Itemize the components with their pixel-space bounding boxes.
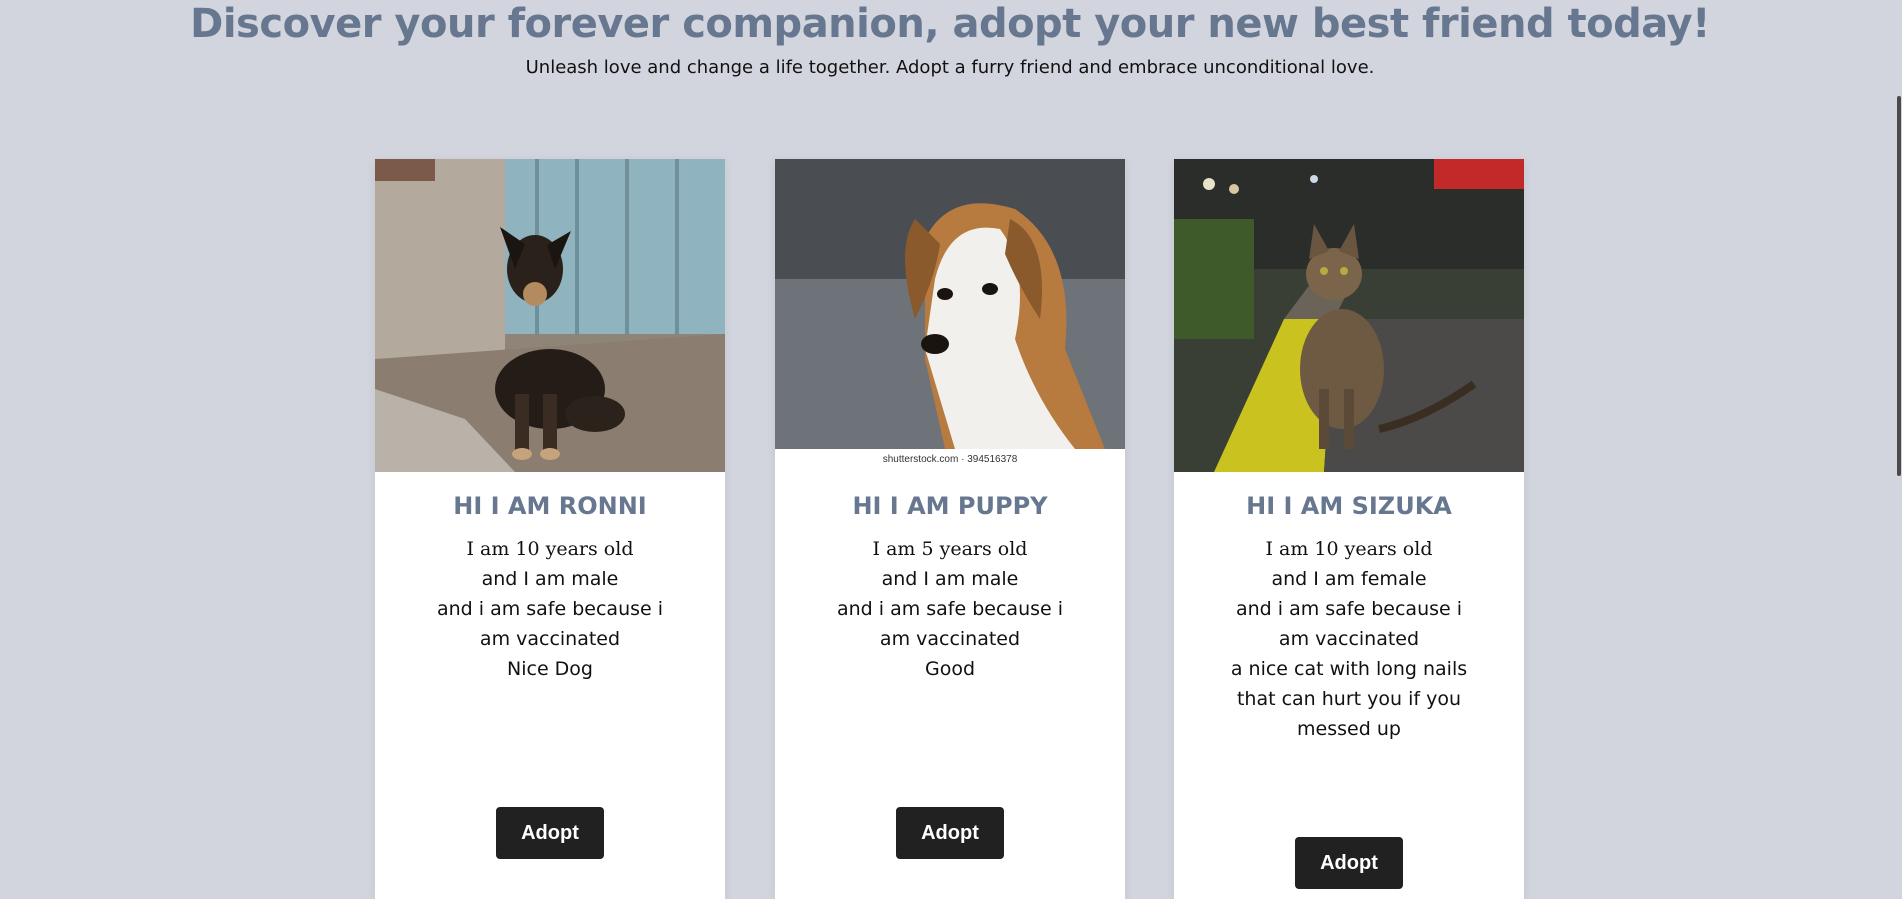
pet-name: HI I AM PUPPY [852,492,1048,520]
pet-gender: and I am male [481,568,619,590]
adopt-button-ronni[interactable]: Adopt [496,807,604,859]
pet-gender: and I am male [881,568,1019,590]
pet-age: I am 10 years old [1265,538,1433,560]
dog-photo [375,159,725,472]
scrollbar-thumb[interactable] [1897,96,1901,476]
scrollbar-track[interactable] [1896,0,1902,876]
cat-photo [1174,159,1524,472]
pet-safety: and i am safe because i am vaccinated [836,598,1064,650]
page-subtitle: Unleash love and change a life together.… [525,57,1375,78]
pet-description: I am 5 years old and I am male and i am … [775,534,1125,684]
pet-card-ronni: HI I AM RONNI I am 10 years old and I am… [375,159,725,899]
pet-note: Good [924,658,976,680]
pet-note: a nice cat with long nails that can hurt… [1230,658,1468,740]
pet-name: HI I AM SIZUKA [1246,492,1452,520]
pet-card-sizuka: HI I AM SIZUKA I am 10 years old and I a… [1174,159,1524,899]
page-title: Discover your forever companion, adopt y… [190,1,1710,47]
pet-safety: and i am safe because i am vaccinated [1235,598,1463,650]
pet-safety: and i am safe because i am vaccinated [436,598,664,650]
pet-age: I am 5 years old [872,538,1028,560]
adopt-button-puppy[interactable]: Adopt [896,807,1004,859]
puppy-photo: shutterstock.com · 394516378 [775,159,1125,472]
watermark: shutterstock.com · 394516378 [882,454,1018,465]
pet-age: I am 10 years old [466,538,634,560]
pet-description: I am 10 years old and I am male and i am… [375,534,725,684]
pet-gender: and I am female [1271,568,1427,590]
adopt-button-sizuka[interactable]: Adopt [1295,837,1403,889]
pet-name: HI I AM RONNI [453,492,647,520]
pet-note: Nice Dog [507,658,593,680]
pet-card-puppy: shutterstock.com · 394516378 HI I AM PUP… [775,159,1125,899]
pet-description: I am 10 years old and I am female and i … [1174,534,1524,744]
